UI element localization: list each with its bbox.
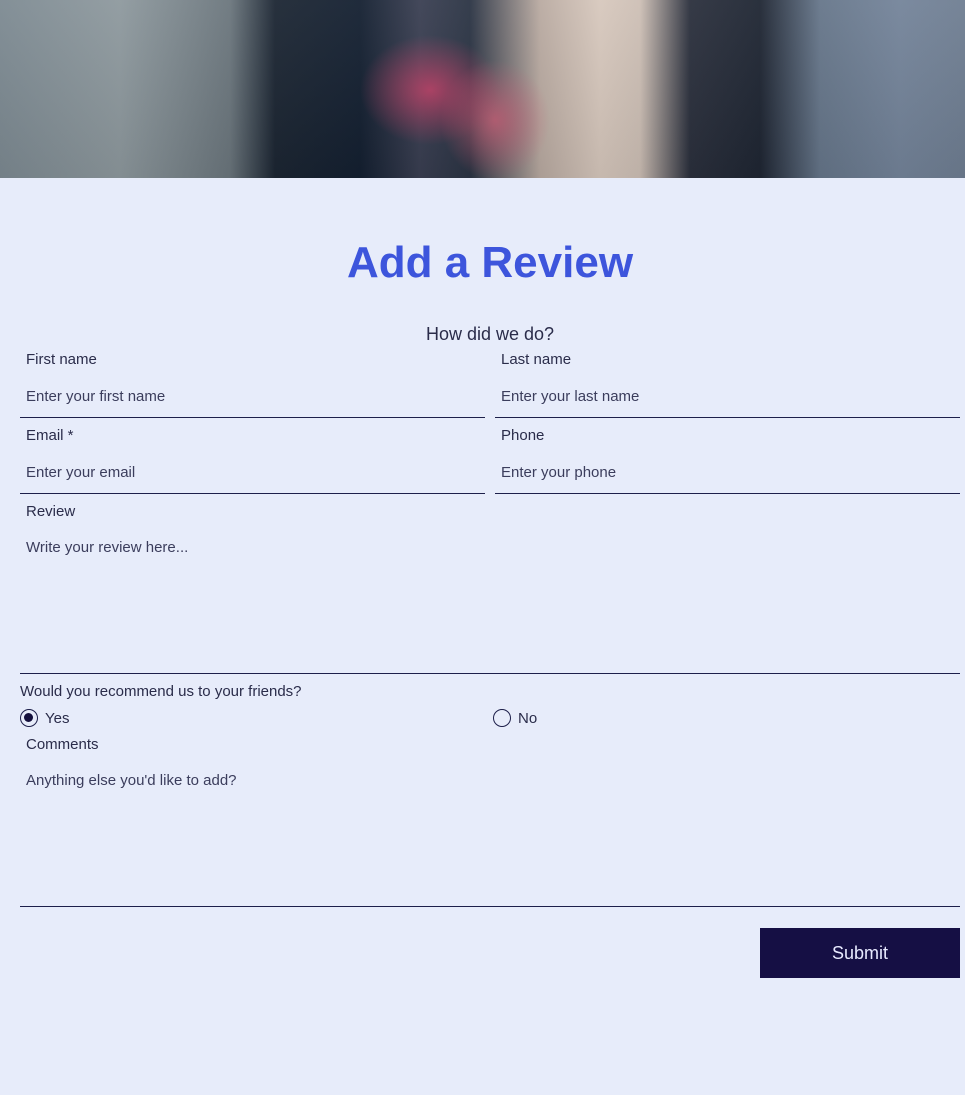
- first-name-label: First name: [26, 351, 97, 368]
- recommend-no-label[interactable]: No: [518, 710, 537, 727]
- hero-image: [0, 0, 965, 178]
- recommend-no-radio[interactable]: [493, 709, 511, 727]
- submit-button[interactable]: Submit: [760, 928, 960, 978]
- last-name-label: Last name: [501, 351, 572, 368]
- recommend-yes-label[interactable]: Yes: [45, 710, 69, 727]
- page-title: Add a Review: [346, 238, 634, 287]
- first-name-input[interactable]: [20, 376, 485, 418]
- recommend-yes-radio[interactable]: [20, 709, 38, 727]
- review-textarea[interactable]: [20, 539, 960, 674]
- phone-input[interactable]: [495, 452, 960, 494]
- review-label: Review: [26, 503, 76, 520]
- comments-textarea[interactable]: [20, 772, 960, 907]
- comments-label: Comments: [26, 736, 99, 753]
- email-label: Email *: [26, 427, 74, 444]
- phone-label: Phone: [501, 427, 545, 444]
- email-input[interactable]: [20, 452, 485, 494]
- last-name-input[interactable]: [495, 376, 960, 418]
- recommend-question: Would you recommend us to your friends?: [20, 683, 302, 700]
- form-subtitle: How did we do?: [425, 324, 555, 344]
